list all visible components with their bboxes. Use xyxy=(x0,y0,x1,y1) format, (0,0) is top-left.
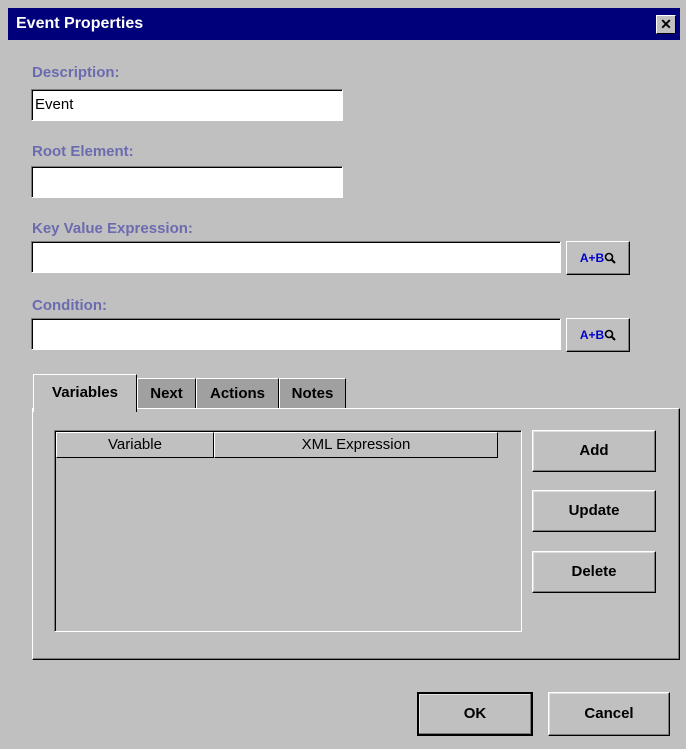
root-element-input[interactable] xyxy=(31,166,343,198)
window-title: Event Properties xyxy=(16,15,144,32)
root-element-label: Root Element: xyxy=(32,143,134,160)
add-button[interactable]: Add xyxy=(532,430,656,472)
ok-button[interactable]: OK xyxy=(417,692,533,736)
variables-table[interactable] xyxy=(54,430,522,632)
magnifier-icon xyxy=(604,252,616,264)
magnifier-icon xyxy=(604,329,616,341)
close-icon: ✕ xyxy=(660,16,672,32)
cancel-button[interactable]: Cancel xyxy=(548,692,670,736)
close-button[interactable]: ✕ xyxy=(656,15,676,34)
condition-input[interactable] xyxy=(31,318,561,350)
tab-variables[interactable]: Variables xyxy=(33,374,137,412)
description-label: Description: xyxy=(32,64,120,81)
key-value-expression-label: Key Value Expression: xyxy=(32,220,193,237)
column-header-xml-expression[interactable]: XML Expression xyxy=(214,432,498,458)
tab-actions[interactable]: Actions xyxy=(196,378,279,410)
event-properties-dialog: Event Properties ✕ Description: Event Ro… xyxy=(0,0,686,749)
expression-builder-label: A+B xyxy=(579,328,605,342)
column-header-variable[interactable]: Variable xyxy=(56,432,214,458)
key-value-expression-input[interactable] xyxy=(31,241,561,273)
tab-next[interactable]: Next xyxy=(137,378,196,410)
key-value-expression-builder-button[interactable]: A+B xyxy=(566,241,630,275)
tab-notes[interactable]: Notes xyxy=(279,378,346,410)
update-button[interactable]: Update xyxy=(532,490,656,532)
condition-label: Condition: xyxy=(32,297,107,314)
title-bar[interactable]: Event Properties ✕ xyxy=(8,8,680,40)
description-input[interactable]: Event xyxy=(31,89,343,121)
delete-button[interactable]: Delete xyxy=(532,551,656,593)
condition-expression-builder-button[interactable]: A+B xyxy=(566,318,630,352)
expression-builder-label: A+B xyxy=(579,251,605,265)
